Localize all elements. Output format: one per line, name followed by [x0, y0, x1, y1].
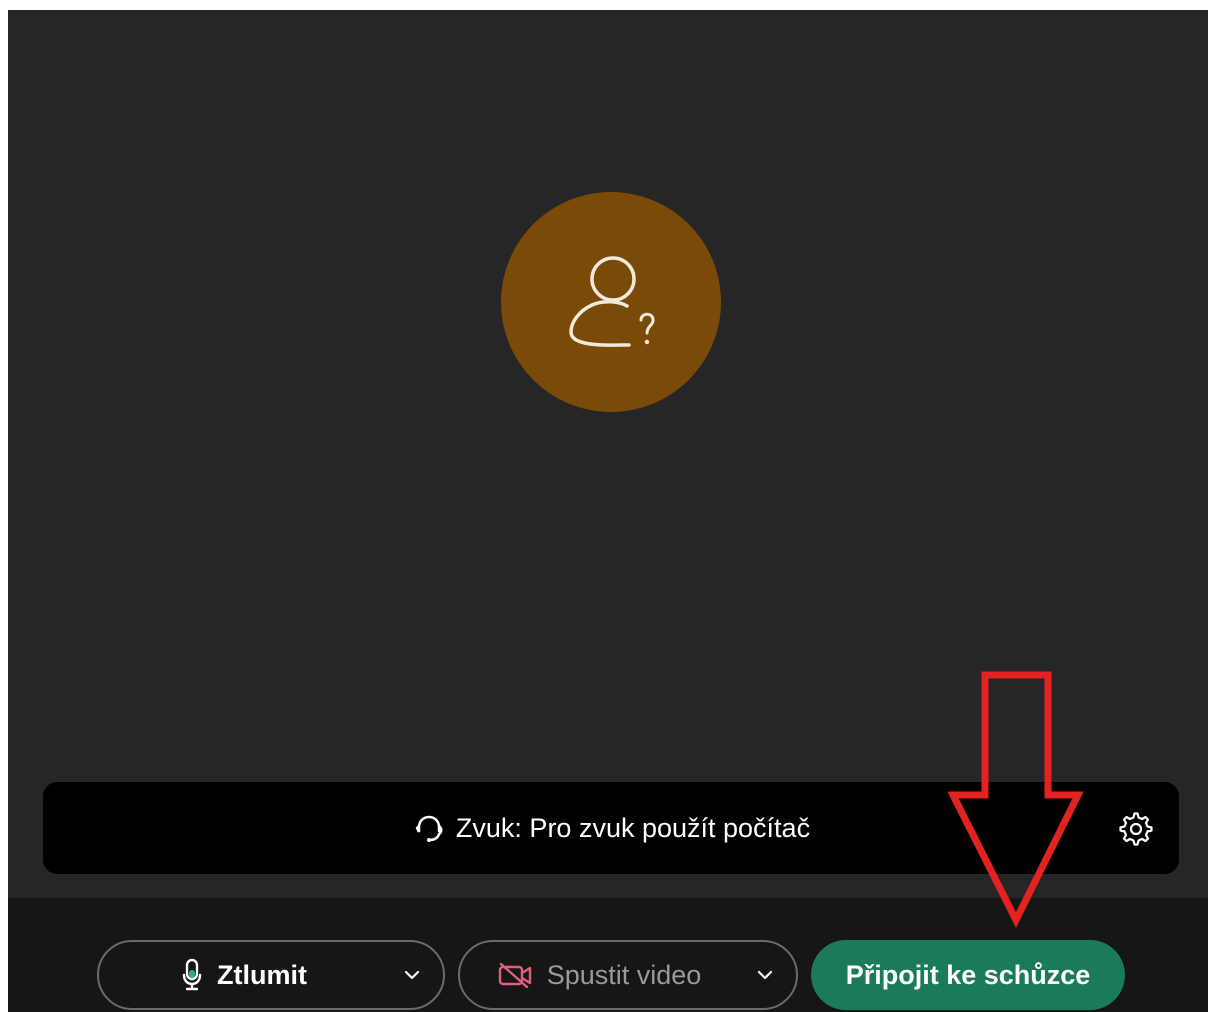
bottom-controls-bar: Ztlumit Spustit video Připojit ke schůzc… [8, 898, 1208, 1012]
video-preview-area [8, 10, 1208, 898]
unknown-user-icon [569, 256, 655, 347]
mute-button[interactable]: Ztlumit [99, 942, 389, 1008]
audio-status-content: Zvuk: Pro zvuk použít počítač [43, 782, 1179, 874]
audio-status-label: Zvuk: Pro zvuk použít počítač [455, 812, 811, 843]
join-meeting-button[interactable]: Připojit ke schůzce [811, 940, 1125, 1010]
start-video-button[interactable]: Spustit video [460, 942, 738, 1008]
mute-label: Ztlumit [217, 959, 307, 990]
chevron-down-icon [404, 970, 420, 980]
video-control: Spustit video [458, 940, 798, 1010]
mute-control: Ztlumit [97, 940, 445, 1010]
meeting-prejoin-window: Zvuk: Pro zvuk použít počítač Ztlumit Sp… [8, 10, 1208, 1012]
start-video-label: Spustit video [546, 959, 702, 990]
join-meeting-label: Připojit ke schůzce [845, 959, 1091, 990]
headset-icon [415, 815, 443, 842]
video-options-dropdown[interactable] [740, 942, 790, 1008]
video-off-icon [498, 962, 531, 989]
gear-icon [1119, 812, 1153, 846]
microphone-icon [182, 958, 202, 991]
audio-settings-button[interactable] [1119, 812, 1153, 846]
audio-status-bar[interactable]: Zvuk: Pro zvuk použít počítač [43, 782, 1179, 874]
audio-status-row[interactable]: Zvuk: Pro zvuk použít počítač [412, 811, 810, 845]
mute-options-dropdown[interactable] [387, 942, 437, 1008]
avatar [501, 192, 721, 412]
chevron-down-icon [757, 970, 773, 980]
